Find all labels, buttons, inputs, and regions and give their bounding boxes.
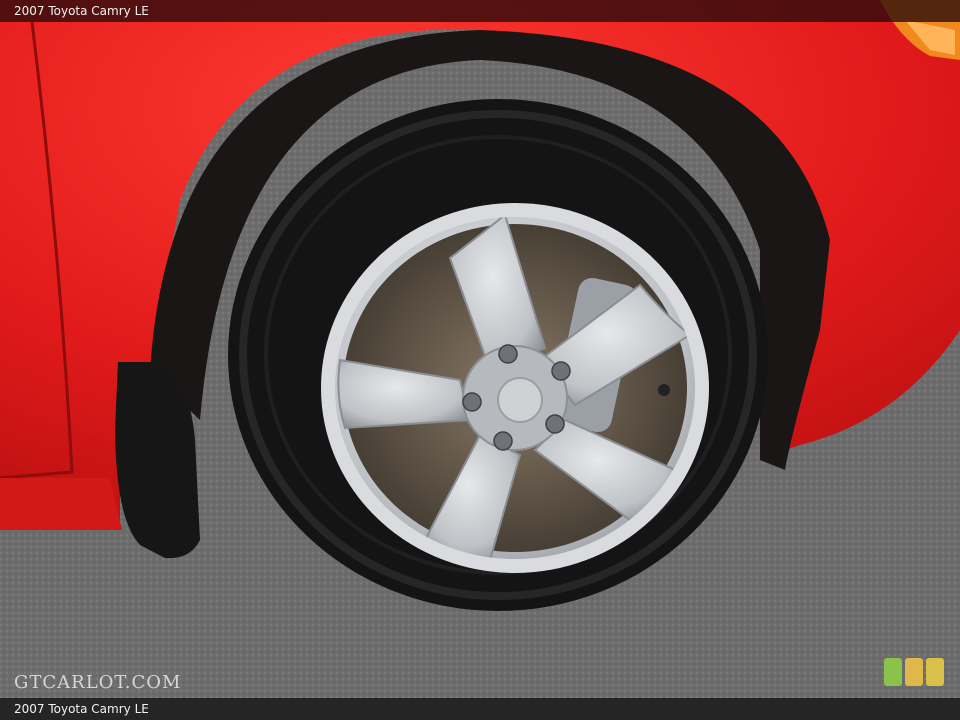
valve-stem xyxy=(658,384,670,396)
site-watermark: GTCARLOT.COM xyxy=(14,672,182,693)
logo-block-orange xyxy=(905,658,923,686)
logo-block-yellow xyxy=(926,658,944,686)
photo-viewer: 2007 Toyota Camry LE GTCARLOT.COM 2007 T… xyxy=(0,0,960,720)
photo-caption-bottom: 2007 Toyota Camry LE xyxy=(0,698,960,720)
logo-block-green xyxy=(884,658,902,686)
rocker-panel xyxy=(0,478,122,530)
car-wheel-photo xyxy=(0,0,960,720)
center-cap xyxy=(497,377,543,423)
photo-caption-top: 2007 Toyota Camry LE xyxy=(0,0,960,22)
gtcarlot-logo-icon xyxy=(884,658,946,688)
